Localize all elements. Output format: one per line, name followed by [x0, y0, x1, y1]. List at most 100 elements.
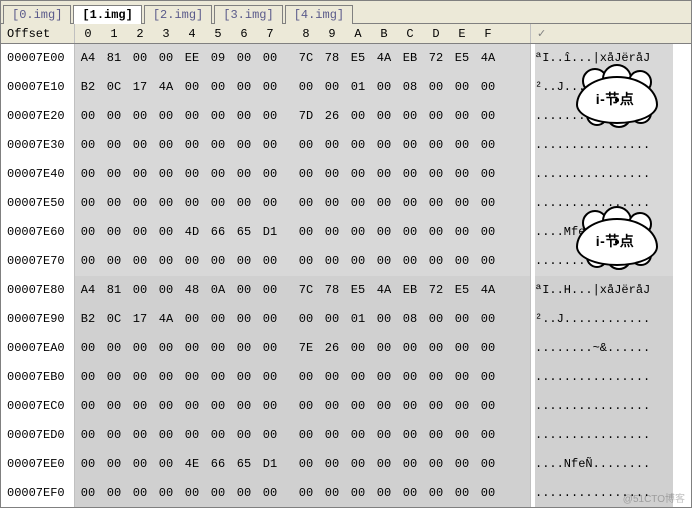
hex-byte[interactable]: 00 — [319, 247, 345, 276]
hex-col-F[interactable]: F — [475, 27, 501, 41]
hex-row[interactable]: 00000000000000000000000000000000 — [75, 189, 530, 218]
hex-byte[interactable]: 00 — [397, 421, 423, 450]
hex-byte[interactable]: 81 — [101, 276, 127, 305]
hex-byte[interactable]: 4A — [475, 276, 501, 305]
hex-byte[interactable]: 00 — [423, 392, 449, 421]
hex-byte[interactable]: 00 — [257, 421, 283, 450]
hex-byte[interactable]: 00 — [257, 392, 283, 421]
hex-byte[interactable]: 00 — [319, 363, 345, 392]
hex-row[interactable]: 000000004D6665D10000000000000000 — [75, 218, 530, 247]
hex-byte[interactable]: 00 — [179, 160, 205, 189]
hex-row[interactable]: 00000000000000000000000000000000 — [75, 363, 530, 392]
hex-byte[interactable]: 00 — [231, 334, 257, 363]
hex-byte[interactable]: 00 — [423, 363, 449, 392]
hex-byte[interactable]: 00 — [475, 421, 501, 450]
tab-4-img[interactable]: [4.img] — [285, 5, 353, 24]
hex-byte[interactable]: 00 — [475, 334, 501, 363]
hex-byte[interactable]: 00 — [75, 392, 101, 421]
hex-byte[interactable]: 00 — [257, 131, 283, 160]
hex-byte[interactable]: 00 — [475, 189, 501, 218]
hex-byte[interactable]: 00 — [475, 102, 501, 131]
hex-col-5[interactable]: 5 — [205, 27, 231, 41]
hex-byte[interactable]: 00 — [397, 247, 423, 276]
hex-byte[interactable]: 00 — [397, 363, 423, 392]
hex-byte[interactable]: 00 — [153, 102, 179, 131]
hex-byte[interactable]: 0C — [101, 73, 127, 102]
hex-byte[interactable]: 00 — [257, 160, 283, 189]
hex-byte[interactable]: 00 — [371, 247, 397, 276]
hex-byte[interactable]: 00 — [75, 189, 101, 218]
hex-byte[interactable]: 00 — [205, 421, 231, 450]
hex-byte[interactable]: 00 — [293, 305, 319, 334]
hex-byte[interactable]: 65 — [231, 450, 257, 479]
hex-byte[interactable]: 00 — [179, 247, 205, 276]
hex-byte[interactable]: 00 — [153, 334, 179, 363]
hex-byte[interactable]: 00 — [127, 363, 153, 392]
hex-byte[interactable]: 00 — [179, 479, 205, 507]
hex-byte[interactable]: 00 — [371, 305, 397, 334]
hex-byte[interactable]: 00 — [127, 218, 153, 247]
hex-byte[interactable]: 00 — [449, 131, 475, 160]
hex-byte[interactable]: 00 — [319, 392, 345, 421]
hex-byte[interactable]: 00 — [75, 102, 101, 131]
hex-byte[interactable]: 00 — [345, 392, 371, 421]
hex-byte[interactable]: 00 — [75, 160, 101, 189]
hex-byte[interactable]: 72 — [423, 44, 449, 73]
hex-byte[interactable]: 00 — [231, 479, 257, 507]
hex-byte[interactable]: 00 — [231, 44, 257, 73]
hex-byte[interactable]: 00 — [423, 73, 449, 102]
hex-byte[interactable]: 00 — [101, 450, 127, 479]
hex-byte[interactable]: 00 — [75, 334, 101, 363]
hex-byte[interactable]: 00 — [423, 160, 449, 189]
hex-bytes-column[interactable]: A4810000EE0900007C78E54AEB72E54AB20C174A… — [75, 44, 531, 507]
hex-byte[interactable]: 00 — [345, 218, 371, 247]
hex-byte[interactable]: 7E — [293, 334, 319, 363]
hex-byte[interactable]: 00 — [319, 218, 345, 247]
hex-byte[interactable]: 00 — [231, 363, 257, 392]
hex-byte[interactable]: 00 — [127, 392, 153, 421]
hex-byte[interactable]: 00 — [75, 450, 101, 479]
hex-col-2[interactable]: 2 — [127, 27, 153, 41]
hex-byte[interactable]: 00 — [231, 247, 257, 276]
hex-byte[interactable]: 00 — [423, 218, 449, 247]
hex-byte[interactable]: 66 — [205, 218, 231, 247]
hex-byte[interactable]: 00 — [371, 218, 397, 247]
hex-byte[interactable]: 00 — [205, 102, 231, 131]
hex-byte[interactable]: 00 — [153, 247, 179, 276]
hex-byte[interactable]: 00 — [449, 189, 475, 218]
hex-byte[interactable]: 00 — [231, 160, 257, 189]
hex-col-4[interactable]: 4 — [179, 27, 205, 41]
hex-byte[interactable]: 65 — [231, 218, 257, 247]
hex-col-D[interactable]: D — [423, 27, 449, 41]
hex-byte[interactable]: 00 — [153, 131, 179, 160]
hex-col-9[interactable]: 9 — [319, 27, 345, 41]
hex-byte[interactable]: 00 — [231, 392, 257, 421]
tab-0-img[interactable]: [0.img] — [3, 5, 71, 24]
hex-byte[interactable]: 00 — [101, 334, 127, 363]
hex-byte[interactable]: 7C — [293, 276, 319, 305]
hex-byte[interactable]: 00 — [475, 479, 501, 507]
hex-byte[interactable]: 66 — [205, 450, 231, 479]
hex-byte[interactable]: 00 — [293, 392, 319, 421]
hex-byte[interactable]: 00 — [75, 421, 101, 450]
hex-byte[interactable]: 00 — [293, 73, 319, 102]
hex-byte[interactable]: 00 — [423, 479, 449, 507]
hex-byte[interactable]: B2 — [75, 73, 101, 102]
hex-byte[interactable]: 00 — [397, 102, 423, 131]
hex-row[interactable]: 00000000000000000000000000000000 — [75, 479, 530, 507]
hex-byte[interactable]: 00 — [319, 479, 345, 507]
hex-byte[interactable]: 00 — [179, 334, 205, 363]
hex-byte[interactable]: 00 — [475, 73, 501, 102]
hex-byte[interactable]: 00 — [319, 160, 345, 189]
hex-byte[interactable]: 00 — [257, 363, 283, 392]
hex-byte[interactable]: 00 — [127, 334, 153, 363]
tab-2-img[interactable]: [2.img] — [144, 5, 212, 24]
hex-byte[interactable]: 00 — [397, 334, 423, 363]
hex-col-8[interactable]: 8 — [293, 27, 319, 41]
hex-byte[interactable]: 00 — [205, 305, 231, 334]
hex-byte[interactable]: 78 — [319, 276, 345, 305]
hex-byte[interactable]: 00 — [153, 421, 179, 450]
hex-byte[interactable]: 00 — [397, 131, 423, 160]
hex-byte[interactable]: 00 — [293, 363, 319, 392]
hex-byte[interactable]: 00 — [101, 131, 127, 160]
